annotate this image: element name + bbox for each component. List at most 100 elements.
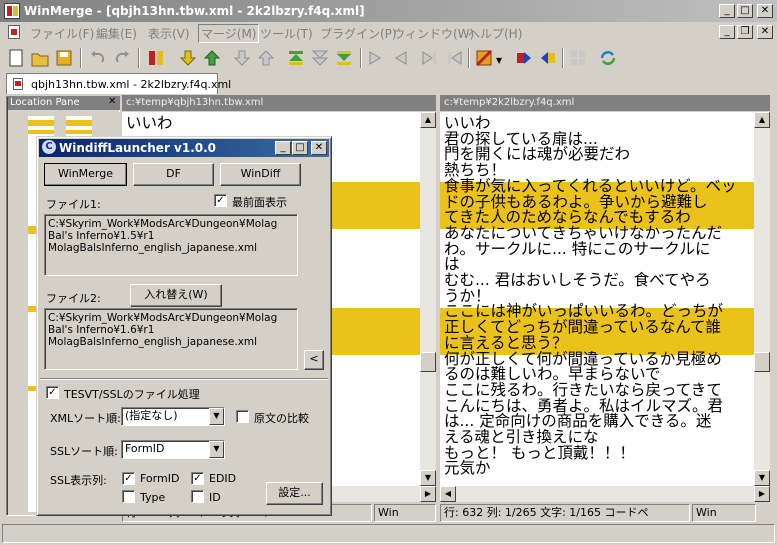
toolbar: ▼ [0, 44, 777, 72]
file-tab-label: qbjh13hn.tbw.xml - 2k2lbzry.f4q.xml [31, 78, 232, 91]
document-icon [8, 25, 20, 39]
child-minimize-button[interactable]: _ [719, 25, 735, 39]
copy-right-advance-icon[interactable] [420, 48, 440, 68]
launcher-close-button[interactable]: ✕ [311, 141, 327, 155]
new-icon[interactable] [6, 48, 26, 68]
topmost-checkbox[interactable]: ✓ [214, 194, 227, 207]
menu-plugins[interactable]: プラグイン(P) [320, 25, 397, 42]
back-arrow-button[interactable]: < [304, 350, 324, 370]
right-diff-pane[interactable]: いいわ 君の探している扉は... 門を開くには魂が必要だわ 熱ちち！ 食事が気に入ってく… [440, 112, 754, 486]
id-checkbox[interactable] [191, 490, 204, 503]
child-restore-button[interactable]: ❐ [737, 25, 753, 39]
color-scheme-icon[interactable] [474, 48, 494, 68]
current-diff-icon[interactable] [232, 48, 252, 68]
toolbar-separator [468, 48, 470, 68]
formid-label: FormID [140, 472, 180, 485]
menu-view[interactable]: 表示(V) [148, 25, 190, 42]
window-title: WinMerge - [qbjh13hn.tbw.xml - 2k2lbzry.… [24, 4, 365, 18]
ssl-sort-value: FormID [125, 442, 165, 455]
color-scheme-dropdown-icon[interactable]: ▼ [496, 56, 502, 65]
toolbar-separator [562, 48, 564, 68]
compare-left-icon[interactable] [538, 48, 558, 68]
first-diff-icon[interactable] [286, 48, 306, 68]
toolbar-separator [138, 48, 140, 68]
menu-tools[interactable]: ツール(T) [260, 25, 313, 42]
minimize-button[interactable]: _ [719, 4, 735, 18]
view-grid-icon[interactable] [568, 48, 588, 68]
main-title-bar: WinMerge - [qbjh13hn.tbw.xml - 2k2lbzry.… [0, 0, 777, 22]
open-icon[interactable] [30, 48, 50, 68]
xml-sort-select[interactable]: (指定なし) ▼ [121, 407, 225, 426]
settings-button[interactable]: 設定... [266, 482, 323, 505]
compare-right-icon[interactable] [514, 48, 534, 68]
save-icon[interactable] [54, 48, 74, 68]
copy-left-advance-icon[interactable] [444, 48, 464, 68]
edid-label: EDID [209, 472, 237, 485]
ssl-sort-select[interactable]: FormID ▼ [121, 440, 225, 459]
toolbar-separator [360, 48, 362, 68]
last-diff-icon[interactable] [310, 48, 330, 68]
right-scroll-thumb[interactable] [754, 352, 770, 372]
menu-merge[interactable]: マージ(M) [198, 24, 260, 43]
text-line: いいわ [126, 114, 173, 132]
launcher-maximize-button[interactable]: □ [292, 141, 308, 155]
chevron-down-icon: ▼ [209, 408, 224, 425]
prev-diff-icon[interactable] [202, 48, 222, 68]
type-label: Type [140, 491, 166, 504]
ssl-display-label: SSL表示列: [50, 474, 107, 487]
tesvt-checkbox[interactable]: ✓ [46, 386, 59, 399]
copy-right-icon[interactable] [366, 48, 386, 68]
options-icon[interactable] [146, 48, 166, 68]
maximize-button[interactable]: □ [737, 4, 753, 18]
text-line: 食事が気に入ってくれるといいけど。ベッ [444, 176, 737, 195]
child-close-button[interactable]: ✕ [757, 25, 773, 39]
file1-label: ファイル1: [46, 198, 101, 211]
winmerge-button[interactable]: WinMerge [44, 163, 127, 186]
undo-icon[interactable] [88, 48, 108, 68]
file-tab[interactable]: qbjh13hn.tbw.xml - 2k2lbzry.f4q.xml [6, 73, 231, 94]
redo-icon[interactable] [112, 48, 132, 68]
left-pane-path: c:¥temp¥qbjh13hn.tbw.xml [122, 95, 436, 111]
right-pane-path: c:¥temp¥2k2lbzry.f4q.xml [440, 95, 770, 111]
right-horizontal-scrollbar[interactable]: ◀ ▶ [440, 486, 770, 502]
menu-help[interactable]: ヘルプ(H) [468, 25, 522, 42]
tesvt-label: TESVT/SSLのファイル処理 [64, 388, 200, 401]
edid-checkbox[interactable]: ✓ [191, 472, 204, 485]
xml-sort-label: XMLソート順: [50, 412, 121, 425]
file1-textbox[interactable]: C:¥Skyrim_Work¥ModsArc¥Dungeon¥Molag Bal… [44, 214, 298, 276]
formid-checkbox[interactable]: ✓ [122, 472, 135, 485]
refresh-icon[interactable] [598, 48, 618, 68]
file2-label: ファイル2: [46, 292, 101, 305]
right-vertical-scrollbar[interactable]: ▲ ▼ [754, 112, 770, 486]
close-button[interactable]: ✕ [757, 4, 773, 18]
all-diff-icon[interactable] [334, 48, 354, 68]
windiff-button[interactable]: WinDiff [220, 163, 301, 186]
next-diff-icon[interactable] [178, 48, 198, 68]
left-scroll-thumb[interactable] [420, 352, 436, 372]
text-line: に言えると思う？ [444, 333, 568, 352]
df-button[interactable]: DF [133, 163, 214, 186]
type-checkbox[interactable] [122, 490, 135, 503]
left-vertical-scrollbar[interactable]: ▲ ▼ [420, 112, 436, 486]
orig-compare-checkbox[interactable] [236, 410, 249, 423]
id-label: ID [209, 491, 221, 504]
menu-edit[interactable]: 編集(E) [96, 25, 137, 42]
right-status-position: 行: 632 列: 1/265 文字: 1/165 コードペ [440, 504, 690, 522]
launcher-minimize-button[interactable]: _ [275, 141, 291, 155]
copy-left-icon[interactable] [390, 48, 410, 68]
file2-textbox[interactable]: C:¥Skyrim_Work¥ModsArc¥Dungeon¥Molag Bal… [44, 308, 298, 370]
location-pane-close-icon[interactable]: ✕ [108, 96, 116, 107]
location-pane-title: Location Pane [8, 96, 120, 110]
menu-window[interactable]: ウィンドウ(W) [393, 25, 474, 42]
main-status-bar [2, 524, 775, 543]
text-line: 元気か [444, 459, 491, 478]
winmerge-app-icon [4, 3, 20, 19]
swap-button[interactable]: 入れ替え(W) [130, 284, 222, 307]
text-line: わ。サークルに... 特にこのサークルに [444, 239, 711, 258]
prev-conflict-icon[interactable] [256, 48, 276, 68]
ssl-sort-label: SSLソート順: [50, 445, 118, 458]
menu-file[interactable]: ファイル(F) [30, 25, 94, 42]
menu-bar: ファイル(F) 編集(E) 表示(V) マージ(M) ツール(T) プラグイン(… [0, 22, 777, 43]
chevron-down-icon: ▼ [209, 441, 224, 458]
launcher-divider [40, 378, 328, 379]
